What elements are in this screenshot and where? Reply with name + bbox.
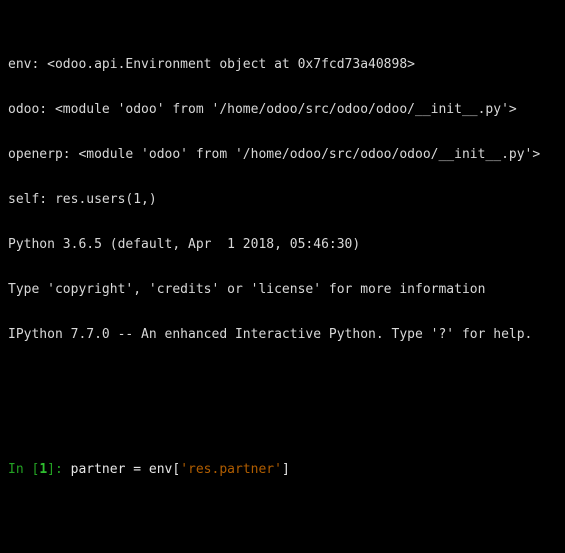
prompt-number-1: 1 xyxy=(39,462,48,477)
banner-self-line: self: res.users(1,) xyxy=(8,192,157,207)
banner-openerp-line: openerp: <module 'odoo' from '/home/odoo… xyxy=(8,147,541,162)
prompt-close-1: ]: xyxy=(47,462,71,477)
code-1-pre: partner = env xyxy=(70,462,173,477)
code-1-bracket-close: ] xyxy=(281,462,290,477)
terminal-window[interactable]: env: <odoo.api.Environment object at 0x7… xyxy=(0,0,565,553)
banner-env-line: env: <odoo.api.Environment object at 0x7… xyxy=(8,57,415,72)
input-cell-1[interactable]: In [1]: partner = env['res.partner'] xyxy=(8,462,565,477)
prompt-in-label-1: In [ xyxy=(8,462,40,477)
banner-python-version: Python 3.6.5 (default, Apr 1 2018, 05:46… xyxy=(8,237,361,252)
banner-ipython-line: IPython 7.7.0 -- An enhanced Interactive… xyxy=(8,327,533,342)
code-1-string: 'res.partner' xyxy=(180,462,282,477)
banner-copyright-line: Type 'copyright', 'credits' or 'license'… xyxy=(8,282,486,297)
terminal-screen: env: <odoo.api.Environment object at 0x7… xyxy=(8,0,565,553)
banner-odoo-line: odoo: <module 'odoo' from '/home/odoo/sr… xyxy=(8,102,517,117)
